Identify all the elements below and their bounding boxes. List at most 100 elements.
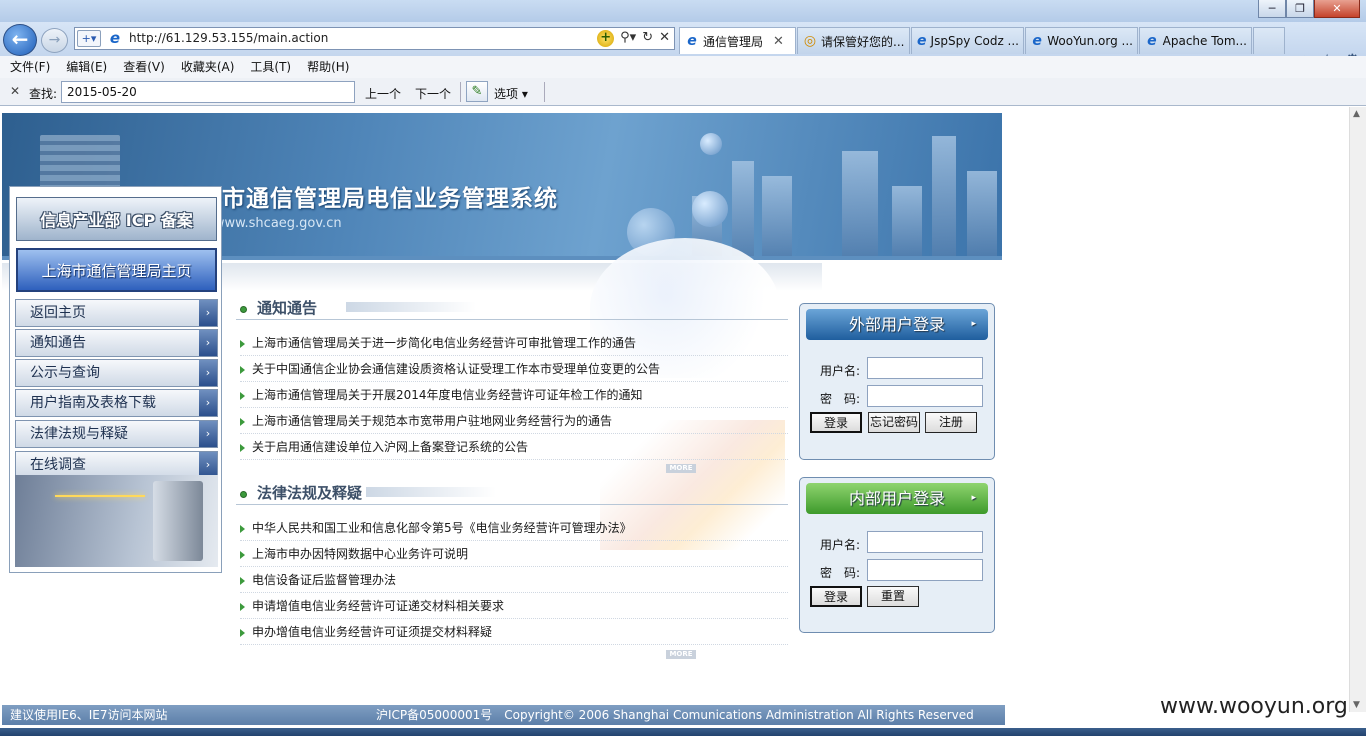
arrow-bullet-icon <box>240 602 245 611</box>
internal-login-button[interactable]: 登录 <box>810 586 862 607</box>
header-shade <box>366 487 496 497</box>
notice-text[interactable]: 上海市通信管理局关于规范本市宽带用户驻地网业务经营行为的通告 <box>252 414 612 428</box>
external-login-panel: 外部用户登录 ▸ 用户名: 密 码: 登录 忘记密码 注册 <box>799 303 995 460</box>
menu-view[interactable]: 查看(V) <box>123 56 165 78</box>
law-link[interactable]: 中华人民共和国工业和信息化部令第5号《电信业务经营许可管理办法》 <box>240 515 788 541</box>
bureau-home-button[interactable]: 上海市通信管理局主页 <box>16 248 217 292</box>
laws-more-button[interactable]: MORE <box>666 650 696 659</box>
scroll-down-icon[interactable]: ▼ <box>1353 700 1360 710</box>
notice-text[interactable]: 上海市通信管理局关于开展2014年度电信业务经营许可证年检工作的通知 <box>252 388 643 402</box>
vertical-scrollbar[interactable]: ▲ ▼ <box>1349 107 1366 712</box>
laws-title: 法律法规及释疑 <box>257 484 363 502</box>
notices-more-button[interactable]: MORE <box>666 464 696 473</box>
menu-help[interactable]: 帮助(H) <box>307 56 349 78</box>
tab-active[interactable]: e 通信管理局 ✕ <box>679 27 796 54</box>
law-text[interactable]: 上海市申办因特网数据中心业务许可说明 <box>252 547 468 561</box>
bureau-home-label: 上海市通信管理局主页 <box>41 261 192 280</box>
arrow-bullet-icon <box>240 524 245 533</box>
chevron-right-icon: › <box>199 421 217 447</box>
find-next-button[interactable]: 下一个 <box>415 85 451 102</box>
search-icon[interactable]: ⚲▾ <box>620 30 636 47</box>
add-favorite-dropdown-icon[interactable]: +▾ <box>77 30 101 47</box>
maximize-button[interactable]: ❐ <box>1286 0 1314 18</box>
window-close-button[interactable]: ✕ <box>1314 0 1360 18</box>
find-previous-button[interactable]: 上一个 <box>365 85 401 102</box>
reset-button[interactable]: 重置 <box>867 586 919 607</box>
notices-title: 通知通告 <box>257 299 318 317</box>
footer-browser-note: 建议使用IE6、IE7访问本网站 <box>10 708 168 722</box>
highlight-icon[interactable]: ✎ <box>466 81 488 102</box>
law-link[interactable]: 申请增值电信业务经营许可证递交材料相关要求 <box>240 593 788 619</box>
arrow-bullet-icon <box>240 443 245 452</box>
back-button[interactable]: ← <box>3 24 37 56</box>
sidebar-item-laws[interactable]: 法律法规与释疑 › <box>15 420 218 448</box>
notice-text[interactable]: 关于中国通信企业协会通信建设质资格认证受理工作本市受理单位变更的公告 <box>252 362 660 376</box>
arrow-right-icon: ▸ <box>971 493 976 503</box>
external-password-label: 密 码: <box>820 392 861 406</box>
notice-link[interactable]: 上海市通信管理局关于开展2014年度电信业务经营许可证年检工作的通知 <box>240 382 788 408</box>
tab[interactable]: e WooYun.org ... <box>1025 27 1138 54</box>
sidebar-item-guides-downloads[interactable]: 用户指南及表格下载 › <box>15 389 218 417</box>
sidebar-item-notices[interactable]: 通知通告 › <box>15 329 218 357</box>
tab-close-icon[interactable]: ✕ <box>773 34 784 49</box>
sidebar-item-public-query[interactable]: 公示与查询 › <box>15 359 218 387</box>
external-password-field[interactable] <box>867 385 983 407</box>
scroll-up-icon[interactable]: ▲ <box>1353 109 1360 119</box>
find-options-dropdown[interactable]: 选项 ▾ <box>494 85 528 102</box>
chevron-right-icon: › <box>199 390 217 416</box>
tab[interactable]: e JspSpy Codz ... <box>911 27 1024 54</box>
sidebar-item-return-home[interactable]: 返回主页 › <box>15 299 218 327</box>
menu-favorites[interactable]: 收藏夹(A) <box>181 56 235 78</box>
find-close-icon[interactable]: ✕ <box>10 84 20 98</box>
law-link[interactable]: 电信设备证后监督管理办法 <box>240 567 788 593</box>
law-link[interactable]: 上海市申办因特网数据中心业务许可说明 <box>240 541 788 567</box>
external-username-label: 用户名: <box>820 364 861 378</box>
arrow-bullet-icon <box>240 576 245 585</box>
arrow-right-icon: ▸ <box>971 319 976 329</box>
external-username-field[interactable] <box>867 357 983 379</box>
refresh-icon[interactable]: ↻ <box>642 30 653 47</box>
internal-password-field[interactable] <box>867 559 983 581</box>
compatibility-view-icon[interactable]: + <box>597 30 615 47</box>
signal-pulse-graphic <box>55 495 145 497</box>
arrow-bullet-icon <box>240 417 245 426</box>
law-text[interactable]: 申请增值电信业务经营许可证递交材料相关要求 <box>252 599 504 613</box>
notice-link[interactable]: 上海市通信管理局关于进一步简化电信业务经营许可审批管理工作的通告 <box>240 330 788 356</box>
law-link[interactable]: 申办增值电信业务经营许可证须提交材料释疑 <box>240 619 788 645</box>
notice-text[interactable]: 关于启用通信建设单位入沪网上备案登记系统的公告 <box>252 440 528 454</box>
internal-login-title-text: 内部用户登录 <box>848 489 945 508</box>
ie-tab-icon: e <box>1032 33 1042 49</box>
notice-text[interactable]: 上海市通信管理局关于进一步简化电信业务经营许可审批管理工作的通告 <box>252 336 636 350</box>
icp-record-button[interactable]: 信息产业部 ICP 备案 <box>16 197 217 241</box>
address-url[interactable]: http://61.129.53.155/main.action <box>129 31 328 45</box>
tab-strip: e 通信管理局 ✕ ◎ 请保管好您的... e JspSpy Codz ... … <box>679 27 1285 54</box>
law-text[interactable]: 中华人民共和国工业和信息化部令第5号《电信业务经营许可管理办法》 <box>252 521 632 535</box>
menu-edit[interactable]: 编辑(E) <box>66 56 107 78</box>
forward-button[interactable]: → <box>41 28 68 53</box>
address-bar[interactable]: +▾ e http://61.129.53.155/main.action + … <box>74 27 675 50</box>
divider <box>544 82 545 102</box>
notice-link[interactable]: 关于中国通信企业协会通信建设质资格认证受理工作本市受理单位变更的公告 <box>240 356 788 382</box>
arrow-bullet-icon <box>240 339 245 348</box>
law-text[interactable]: 电信设备证后监督管理办法 <box>252 573 396 587</box>
tab[interactable]: ◎ 请保管好您的... <box>797 27 910 54</box>
menu-tools[interactable]: 工具(T) <box>250 56 291 78</box>
equipment-image <box>15 475 218 567</box>
notice-link[interactable]: 上海市通信管理局关于规范本市宽带用户驻地网业务经营行为的通告 <box>240 408 788 434</box>
external-login-title-text: 外部用户登录 <box>848 315 945 334</box>
register-button[interactable]: 注册 <box>925 412 977 433</box>
minimize-button[interactable]: ─ <box>1258 0 1286 18</box>
internal-password-label: 密 码: <box>820 566 861 580</box>
find-input[interactable]: 2015-05-20 <box>61 81 355 103</box>
stop-icon[interactable]: ✕ <box>659 30 670 47</box>
os-taskbar <box>0 728 1366 736</box>
new-tab-button[interactable] <box>1253 27 1285 54</box>
forgot-password-button[interactable]: 忘记密码 <box>868 412 920 433</box>
notice-link[interactable]: 关于启用通信建设单位入沪网上备案登记系统的公告 <box>240 434 788 460</box>
internal-login-title: 内部用户登录 ▸ <box>806 483 988 514</box>
tab[interactable]: e Apache Tom... <box>1139 27 1252 54</box>
menu-file[interactable]: 文件(F) <box>10 56 50 78</box>
internal-username-field[interactable] <box>867 531 983 553</box>
law-text[interactable]: 申办增值电信业务经营许可证须提交材料释疑 <box>252 625 492 639</box>
external-login-button[interactable]: 登录 <box>810 412 862 433</box>
